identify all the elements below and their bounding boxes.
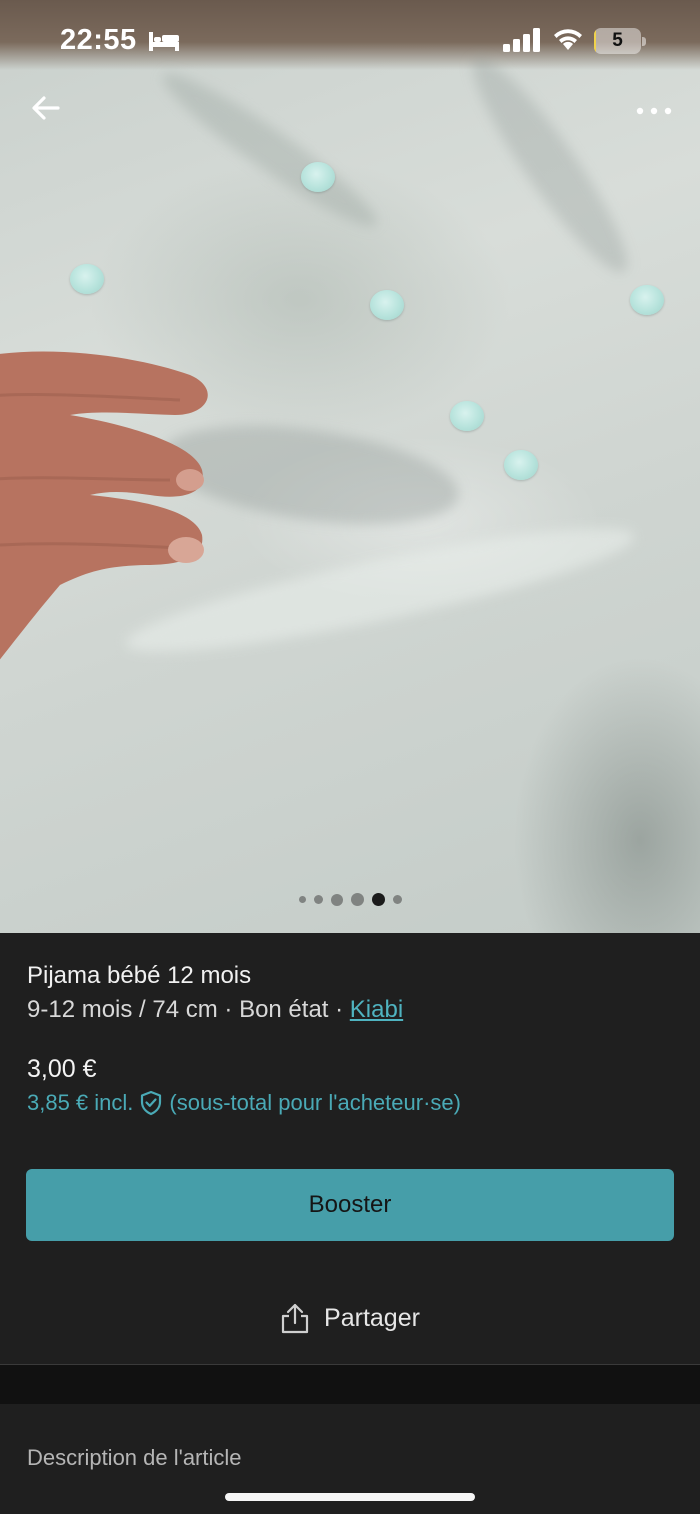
share-icon: [281, 1303, 309, 1334]
share-label: Partager: [324, 1303, 420, 1332]
battery-icon: 5: [594, 28, 646, 54]
snap-button: [370, 290, 404, 320]
item-price: 3,00 €: [27, 1055, 97, 1083]
buyer-price: 3,85 € incl.: [27, 1090, 134, 1115]
carousel-dot[interactable]: [313, 895, 323, 904]
hand-image: [0, 351, 208, 660]
item-brand-link[interactable]: Kiabi: [350, 996, 403, 1023]
item-info-panel: Pijama bébé 12 mois 9-12 mois / 74 cm · …: [0, 933, 700, 1364]
carousel-dot[interactable]: [350, 893, 364, 906]
carousel-dot-active[interactable]: [371, 893, 385, 906]
wifi-icon: [554, 29, 582, 50]
home-indicator[interactable]: [225, 1493, 475, 1501]
status-time: 22:55: [60, 24, 137, 56]
carousel-dot[interactable]: [392, 895, 402, 904]
fabric-fold: [152, 59, 388, 241]
snap-button: [450, 401, 484, 431]
signal-icon: [503, 28, 540, 52]
meta-separator: ·: [217, 996, 240, 1023]
bed-icon: [149, 32, 179, 51]
section-gap: [0, 1365, 700, 1404]
battery-level: 5: [612, 30, 623, 51]
carousel-dot[interactable]: [298, 896, 306, 903]
buyer-price-row[interactable]: 3,85 € incl. (sous-total pour l'acheteur…: [27, 1090, 461, 1116]
snap-button: [504, 450, 538, 480]
snap-button: [301, 162, 335, 192]
snap-button: [630, 285, 664, 315]
status-bar: 22:55 5: [0, 0, 700, 84]
meta-separator: ·: [328, 996, 350, 1023]
product-photo[interactable]: 22:55 5: [0, 0, 700, 933]
boost-button[interactable]: Booster: [26, 1169, 674, 1241]
description-title: Description de l'article: [27, 1445, 242, 1470]
snap-button: [70, 264, 104, 294]
item-meta: 9-12 mois / 74 cm · Bon état · Kiabi: [27, 996, 403, 1024]
buyer-price-note: (sous-total pour l'acheteur·se): [169, 1090, 461, 1115]
shield-check-icon: [141, 1090, 162, 1116]
carousel-dots[interactable]: [0, 893, 700, 906]
item-condition: Bon état: [239, 996, 329, 1023]
carousel-dot[interactable]: [330, 893, 343, 906]
share-button[interactable]: Partager: [0, 1293, 700, 1343]
more-icon[interactable]: [632, 96, 676, 126]
item-size: 9-12 mois / 74 cm: [27, 996, 218, 1023]
item-title: Pijama bébé 12 mois: [27, 962, 252, 989]
back-arrow-icon[interactable]: [28, 90, 64, 126]
